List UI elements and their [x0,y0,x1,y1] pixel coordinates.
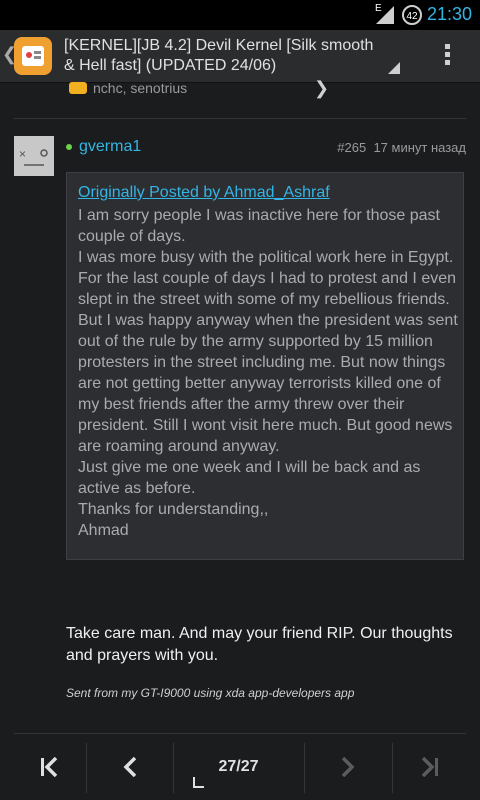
chevron-left-icon [123,757,136,777]
chevron-right-icon [341,757,355,777]
svg-text:×: × [19,147,26,161]
online-status-dot [66,144,72,150]
post-reply-text: Take care man. And may your friend RIP. … [66,625,453,664]
thanks-row[interactable]: nchc, senotrius ❯ [0,78,480,100]
thanks-names: nchc, senotrius [93,80,188,96]
quote-line: Thanks for understanding,, [78,501,269,518]
signal-icon [376,6,394,24]
last-page-icon [421,757,438,777]
post-signature: Sent from my GT-I9000 using xda app-deve… [66,686,355,700]
quote-header-link[interactable]: Originally Posted by Ahmad_Ashraf [78,184,330,202]
avatar[interactable]: × [14,136,54,176]
next-page-button[interactable] [304,734,392,800]
thumbs-up-icon [69,82,87,94]
quote-line: Just give me one week and I will be back… [78,459,421,497]
divider [14,118,466,119]
dropdown-corner-icon [193,777,204,788]
previous-page-button[interactable] [86,734,173,800]
quote-line: Ahmad [78,522,129,539]
last-page-button[interactable] [392,734,466,800]
thread-title[interactable]: [KERNEL][JB 4.2] Devil Kernel [Silk smoo… [64,36,384,76]
first-page-icon [41,757,58,777]
post-meta: #265 17 минут назад [337,140,466,155]
total-pages: 27 [240,758,259,775]
current-page: 27 [218,758,237,775]
quote-line: I was more busy with the political work … [78,249,458,455]
status-bar: E 42 21:30 [0,0,480,30]
dropdown-indicator-icon[interactable] [388,62,400,74]
chevron-right-icon: ❯ [314,78,330,98]
page-indicator[interactable]: 27/27 [173,734,304,800]
post-number[interactable]: #265 [337,140,366,155]
quote-text: I am sorry people I was inactive here fo… [78,205,458,541]
post-username[interactable]: gverma1 [79,138,141,156]
pager-bar: 27/27 [14,733,466,800]
action-bar: ❮ [KERNEL][JB 4.2] Devil Kernel [Silk sm… [0,30,480,83]
first-page-button[interactable] [14,734,86,800]
clock: 21:30 [426,4,472,24]
post-time: 17 минут назад [373,140,466,155]
quote-line: I am sorry people I was inactive here fo… [78,207,440,245]
app-icon[interactable] [14,37,52,75]
battery-icon: 42 [402,5,422,25]
quote-box: Originally Posted by Ahmad_Ashraf I am s… [66,172,464,560]
overflow-menu-icon[interactable] [440,42,454,70]
